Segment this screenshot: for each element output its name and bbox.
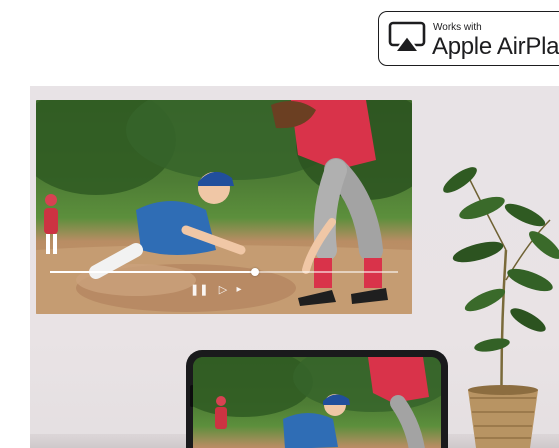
pause-icon[interactable]: ❚❚: [190, 283, 208, 297]
video-frame: [36, 100, 412, 314]
badge-small-text: Works with: [433, 22, 482, 33]
progress-bar[interactable]: [50, 268, 398, 276]
plant-decoration: [443, 167, 559, 448]
airplay-badge: Works with Apple AirPlay: [378, 11, 559, 66]
badge-title: Apple AirPlay: [432, 33, 559, 60]
phone-screen[interactable]: [193, 357, 441, 448]
more-icon[interactable]: ▸: [232, 283, 246, 297]
phone-video-frame: [193, 357, 441, 448]
airplay-icon: [388, 21, 426, 53]
video-player[interactable]: ❚❚ ▷ ▸: [36, 100, 412, 314]
phone: [186, 350, 448, 448]
progress-fill: [50, 271, 256, 273]
play-icon[interactable]: ▷: [216, 283, 230, 297]
